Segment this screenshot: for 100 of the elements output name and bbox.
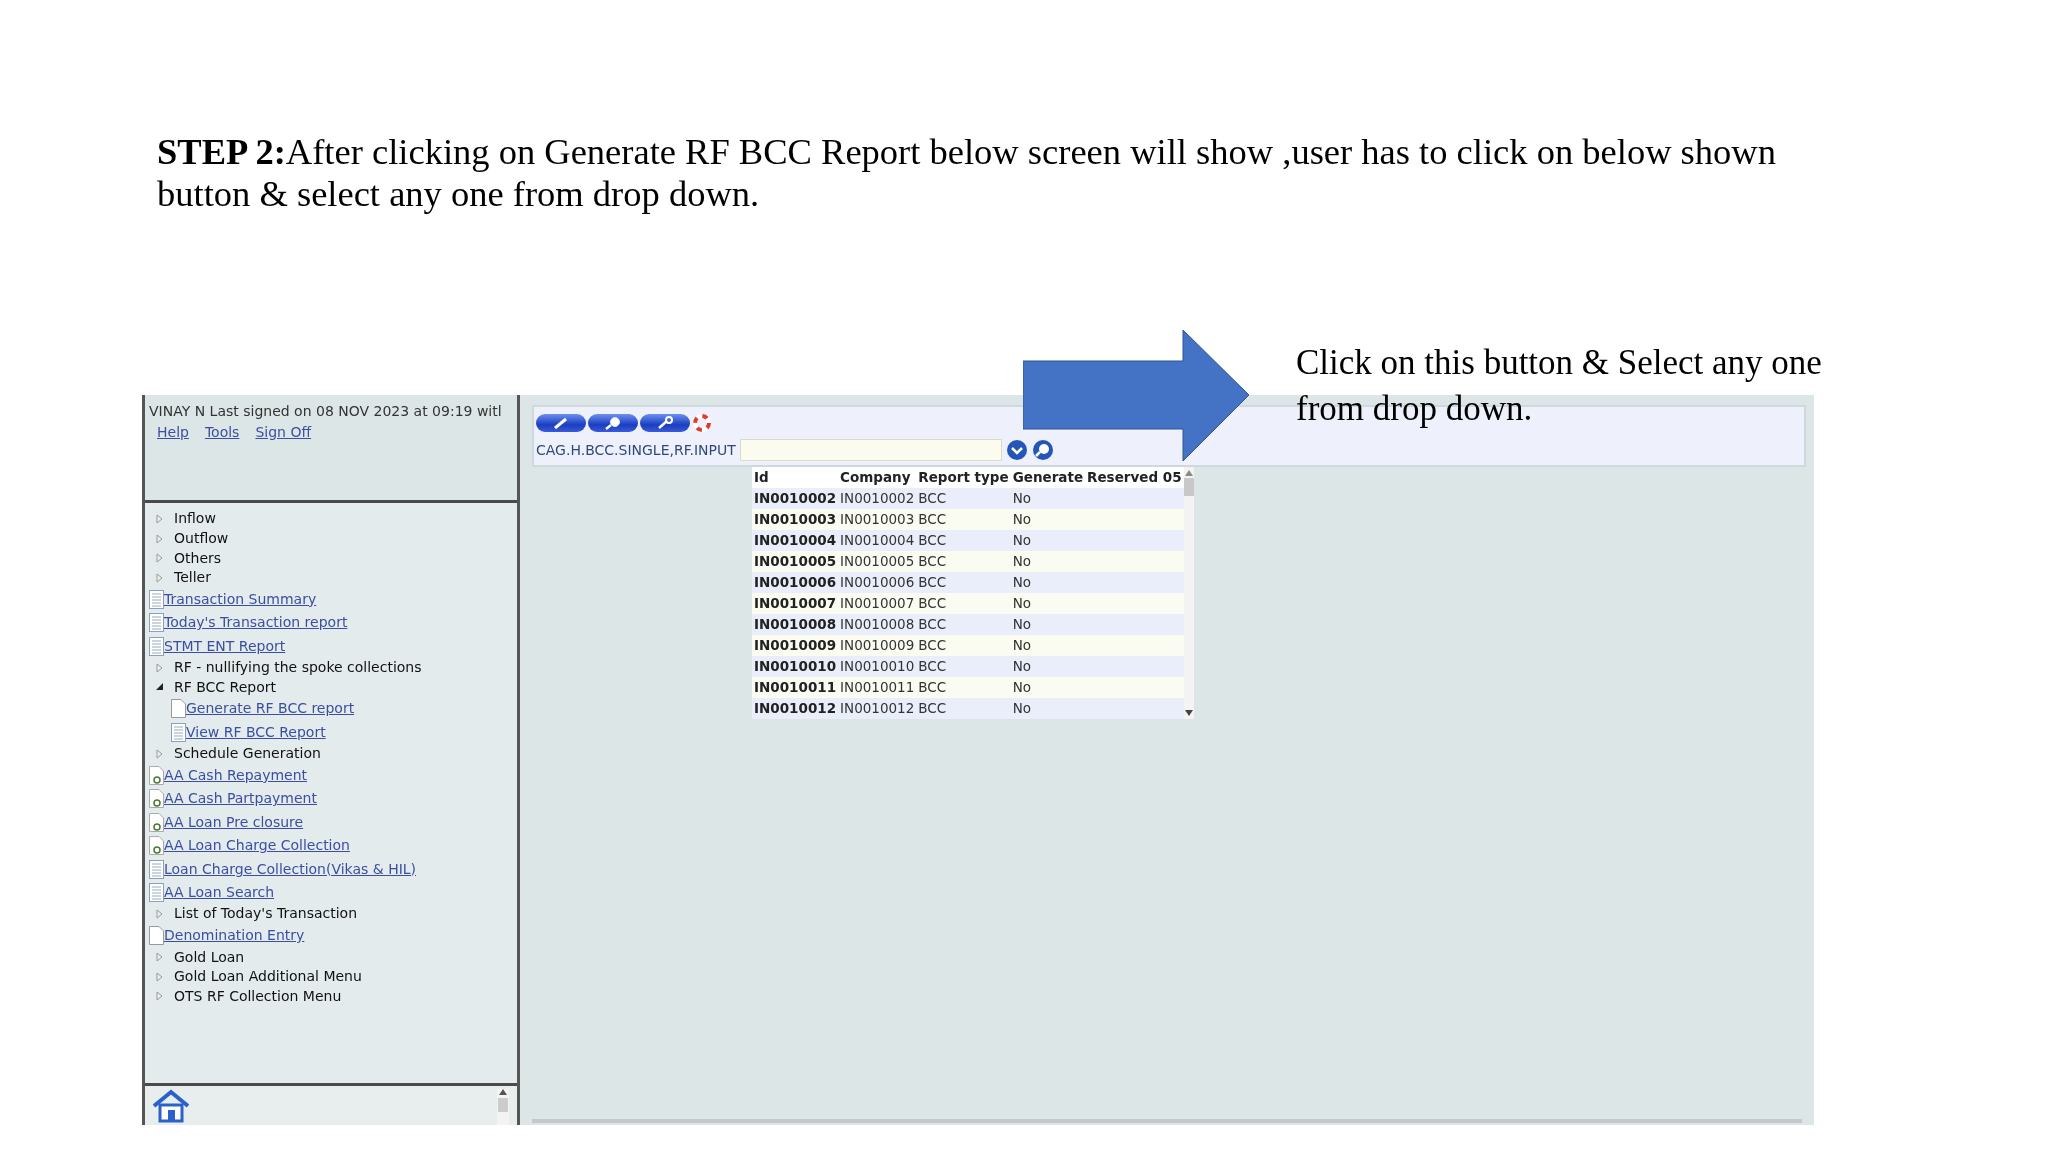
menu-folder[interactable]: Teller — [174, 567, 211, 589]
table-cell[interactable]: IN0010005 — [752, 551, 839, 572]
scrollbar[interactable] — [497, 1089, 509, 1125]
menu-link[interactable]: View RF BCC Report — [186, 721, 326, 743]
table-cell[interactable]: IN0010012 — [838, 698, 917, 719]
menu-link[interactable]: AA Loan Pre closure — [164, 811, 304, 833]
table-cell[interactable]: IN0010007 — [838, 593, 917, 614]
table-row[interactable]: IN0010004 IN0010004 BCC No — [752, 530, 1184, 551]
menu-link[interactable]: Denomination Entry — [164, 925, 305, 946]
table-cell[interactable]: IN0010004 — [752, 530, 839, 551]
menu-folder[interactable]: List of Today's Transaction — [174, 903, 358, 925]
menu-folder[interactable]: Schedule Generation — [174, 743, 321, 765]
menu-folder[interactable]: OTS RF Collection Menu — [174, 985, 342, 1007]
table-cell[interactable]: No — [1010, 635, 1086, 656]
table-cell[interactable]: No — [1010, 593, 1086, 614]
table-cell[interactable]: No — [1010, 509, 1086, 530]
menu-folder[interactable]: RF BCC Report — [174, 676, 276, 698]
table-cell[interactable]: BCC — [916, 488, 1011, 509]
scroll-down-icon[interactable] — [1184, 710, 1193, 716]
table-cell[interactable]: IN0010008 — [838, 614, 917, 635]
home-icon[interactable] — [151, 1089, 191, 1123]
table-cell[interactable]: IN0010005 — [838, 551, 917, 572]
table-cell[interactable]: No — [1010, 677, 1086, 698]
dropdown-button[interactable] — [1005, 439, 1028, 461]
menu-folder[interactable]: RF - nullifying the spoke collections — [174, 657, 422, 679]
menu-link[interactable]: AA Loan Search — [164, 881, 275, 903]
menu-folder[interactable]: Outflow — [174, 528, 229, 550]
table-cell[interactable]: BCC — [916, 551, 1011, 572]
scroll-up-icon[interactable] — [1184, 470, 1193, 476]
table-cell[interactable]: IN0010008 — [752, 614, 839, 635]
menu-link[interactable]: Loan Charge Collection(Vikas & HIL) — [164, 858, 417, 880]
table-cell[interactable]: BCC — [916, 509, 1011, 530]
table-row[interactable]: IN0010007 IN0010007 BCC No — [752, 593, 1184, 614]
wrench-button[interactable] — [640, 414, 690, 432]
menu-link[interactable]: Transaction Summary — [164, 588, 317, 610]
table-cell[interactable]: IN0010007 — [752, 593, 839, 614]
search-button[interactable] — [588, 414, 638, 432]
table-cell[interactable]: No — [1010, 614, 1086, 635]
table-row[interactable]: IN0010002 IN0010002 BCC No — [752, 488, 1184, 509]
table-cell[interactable]: IN0010002 — [838, 488, 917, 509]
table-cell[interactable]: IN0010011 — [838, 677, 917, 698]
table-cell[interactable]: IN0010010 — [838, 656, 917, 677]
scroll-up-icon[interactable] — [499, 1089, 507, 1095]
table-cell[interactable]: IN0010009 — [752, 635, 839, 656]
table-row[interactable]: IN0010005 IN0010005 BCC No — [752, 551, 1184, 572]
table-row[interactable]: IN0010011 IN0010011 BCC No — [752, 677, 1184, 698]
menu-link[interactable]: STMT ENT Report — [164, 635, 286, 657]
table-row[interactable]: IN0010009 IN0010009 BCC No — [752, 635, 1184, 656]
table-cell[interactable]: BCC — [916, 530, 1011, 551]
edit-button[interactable] — [536, 414, 586, 432]
table-cell[interactable]: IN0010011 — [752, 677, 839, 698]
scroll-thumb[interactable] — [1183, 478, 1194, 496]
column-header: Generate — [1010, 467, 1086, 488]
table-cell[interactable]: BCC — [916, 635, 1011, 656]
scrollbar[interactable] — [1183, 467, 1194, 719]
menu-link[interactable]: Today's Transaction report — [164, 612, 348, 634]
menu-link[interactable]: AA Cash Repayment — [164, 764, 308, 786]
table-cell[interactable]: BCC — [916, 593, 1011, 614]
menu-folder[interactable]: Gold Loan Additional Menu — [174, 966, 362, 988]
table-cell[interactable]: IN0010006 — [752, 572, 839, 593]
table-cell[interactable]: No — [1010, 488, 1086, 509]
instruction-text: STEP 2:After clicking on Generate RF BCC Report below screen will show ,user has to click on below shown button & select any one from drop down. — [157, 131, 1777, 215]
table-cell[interactable]: IN0010003 — [752, 509, 839, 530]
table-cell[interactable]: No — [1010, 551, 1086, 572]
table-row[interactable]: IN0010006 IN0010006 BCC No — [752, 572, 1184, 593]
table-cell[interactable]: BCC — [916, 656, 1011, 677]
table-cell[interactable]: BCC — [916, 698, 1011, 719]
table-cell[interactable]: IN0010004 — [838, 530, 917, 551]
table-cell[interactable]: BCC — [916, 677, 1011, 698]
table-cell[interactable]: IN0010010 — [752, 656, 839, 677]
table-cell[interactable]: No — [1010, 572, 1086, 593]
table-cell[interactable]: No — [1010, 530, 1086, 551]
menu-link[interactable]: Generate RF BCC report — [186, 698, 355, 720]
table-cell[interactable]: No — [1010, 698, 1086, 719]
page-icon — [149, 926, 164, 945]
table-cell[interactable]: IN0010012 — [752, 698, 839, 719]
scroll-thumb[interactable] — [498, 1098, 508, 1112]
search-icon — [603, 416, 623, 430]
lifebuoy-icon[interactable] — [692, 413, 712, 433]
table-row[interactable]: IN0010012 IN0010012 BCC No — [752, 698, 1184, 719]
menu-link[interactable]: Tools — [204, 422, 240, 443]
table-cell[interactable]: BCC — [916, 572, 1011, 593]
search-icon[interactable] — [1031, 439, 1054, 461]
menu-folder[interactable]: Inflow — [174, 508, 216, 530]
table-row[interactable]: IN0010008 IN0010008 BCC No — [752, 614, 1184, 635]
input-field[interactable] — [739, 439, 1002, 461]
menu-link[interactable]: AA Loan Charge Collection — [164, 835, 350, 857]
menu-folder[interactable]: Others — [174, 547, 222, 569]
menu-link[interactable]: Help — [157, 422, 189, 443]
table-cell[interactable]: No — [1010, 656, 1086, 677]
table-cell[interactable]: BCC — [916, 614, 1011, 635]
table-row[interactable]: IN0010003 IN0010003 BCC No — [752, 509, 1184, 530]
table-cell[interactable]: IN0010006 — [838, 572, 917, 593]
menu-folder[interactable]: Gold Loan — [174, 946, 245, 968]
menu-link[interactable]: Sign Off — [255, 422, 312, 443]
table-cell[interactable]: IN0010002 — [752, 488, 839, 509]
menu-link[interactable]: AA Cash Partpayment — [164, 788, 317, 810]
table-row[interactable]: IN0010010 IN0010010 BCC No — [752, 656, 1184, 677]
table-cell[interactable]: IN0010009 — [838, 635, 917, 656]
table-cell[interactable]: IN0010003 — [838, 509, 917, 530]
